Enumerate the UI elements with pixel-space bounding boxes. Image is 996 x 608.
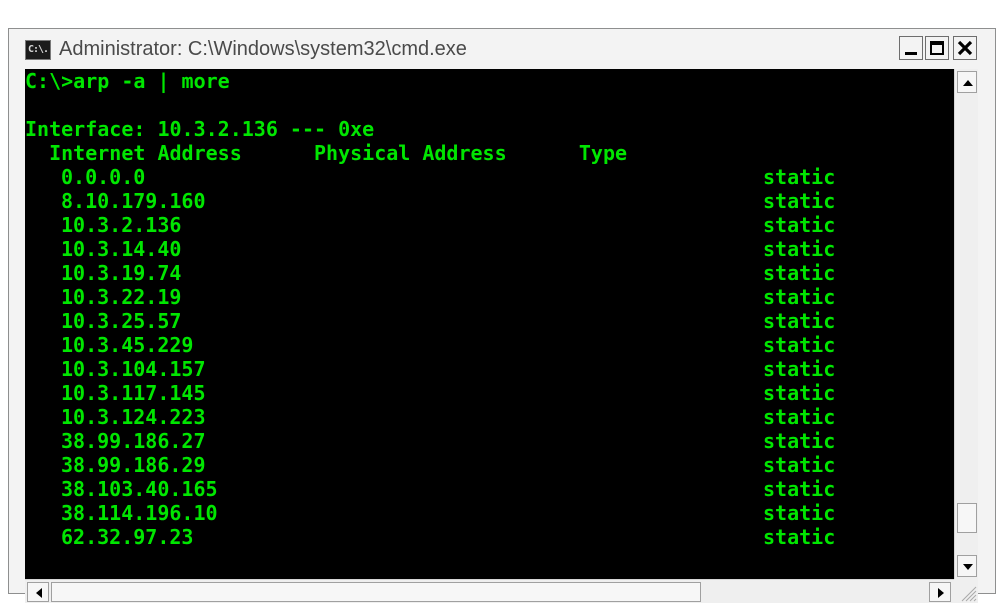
- arp-entry-row: 62.32.97.23 static: [25, 525, 954, 549]
- arp-entry-row: 10.3.2.136 static: [25, 213, 954, 237]
- arp-entry-row: 38.103.40.165 static: [25, 477, 954, 501]
- arp-entry-row: 10.3.124.223 static: [25, 405, 954, 429]
- internet-address: 10.3.104.157: [61, 357, 206, 381]
- entry-type: static: [763, 261, 836, 285]
- internet-address: 38.99.186.29: [61, 453, 206, 477]
- internet-address: 10.3.2.136: [61, 213, 182, 237]
- vertical-scrollbar[interactable]: [954, 69, 978, 579]
- arrow-up-icon: [963, 80, 973, 86]
- arp-entry-row: 8.10.179.160 static: [25, 189, 954, 213]
- entry-type: static: [763, 237, 836, 261]
- internet-address: 10.3.14.40: [61, 237, 182, 261]
- entry-type: static: [763, 189, 836, 213]
- interface-line: Interface: 10.3.2.136 --- 0xe: [25, 117, 375, 141]
- scroll-left-button[interactable]: [27, 582, 49, 602]
- vertical-scroll-thumb[interactable]: [957, 503, 977, 533]
- entry-type: static: [763, 429, 836, 453]
- arp-entry-row: 10.3.14.40 static: [25, 237, 954, 261]
- internet-address: 10.3.25.57: [61, 309, 182, 333]
- arp-entry-row: 10.3.45.229 static: [25, 333, 954, 357]
- entry-type: static: [763, 381, 836, 405]
- arrow-left-icon: [36, 588, 42, 598]
- internet-address: 10.3.19.74: [61, 261, 182, 285]
- entry-type: static: [763, 165, 836, 189]
- arp-entry-row: 38.114.196.10 static: [25, 501, 954, 525]
- resize-grip[interactable]: [954, 579, 978, 603]
- arrow-down-icon: [963, 564, 973, 570]
- internet-address: 38.114.196.10: [61, 501, 218, 525]
- title-bar[interactable]: C:\. Administrator: C:\Windows\system32\…: [9, 29, 995, 69]
- cmd-window: C:\. Administrator: C:\Windows\system32\…: [8, 28, 996, 603]
- maximize-icon: [930, 41, 944, 55]
- maximize-button[interactable]: [925, 36, 949, 60]
- entry-type: static: [763, 501, 836, 525]
- internet-address: 10.3.22.19: [61, 285, 182, 309]
- entry-type: static: [763, 477, 836, 501]
- command-line: C:\>arp -a | more: [25, 69, 230, 93]
- scroll-down-button[interactable]: [957, 555, 977, 577]
- internet-address: 10.3.45.229: [61, 333, 194, 357]
- scroll-right-button[interactable]: [929, 582, 951, 602]
- internet-address: 10.3.124.223: [61, 405, 206, 429]
- cmd-console-icon[interactable]: C:\.: [25, 40, 51, 60]
- arp-entry-row: 10.3.19.74 static: [25, 261, 954, 285]
- minimize-button[interactable]: [899, 36, 923, 60]
- console-output[interactable]: C:\>arp -a | more Interface: 10.3.2.136 …: [25, 69, 954, 579]
- entry-type: static: [763, 213, 836, 237]
- arrow-right-icon: [938, 588, 944, 598]
- arp-entry-row: 10.3.104.157 static: [25, 357, 954, 381]
- entry-type: static: [763, 525, 836, 549]
- internet-address: 8.10.179.160: [61, 189, 206, 213]
- resize-grip-icon: [961, 586, 977, 602]
- entry-type: static: [763, 453, 836, 477]
- entry-type: static: [763, 405, 836, 429]
- scroll-up-button[interactable]: [957, 71, 977, 93]
- arp-entry-row: 10.3.117.145 static: [25, 381, 954, 405]
- entry-type: static: [763, 357, 836, 381]
- arp-entry-row: 38.99.186.29 static: [25, 453, 954, 477]
- horizontal-scrollbar[interactable]: [25, 579, 954, 603]
- internet-address: 62.32.97.23: [61, 525, 194, 549]
- close-button[interactable]: [953, 36, 977, 60]
- entry-type: static: [763, 309, 836, 333]
- entry-type: static: [763, 285, 836, 309]
- table-header: Internet Address Physical Address Type: [25, 141, 628, 165]
- window-title: Administrator: C:\Windows\system32\cmd.e…: [59, 38, 467, 60]
- internet-address: 10.3.117.145: [61, 381, 206, 405]
- minimize-icon: [905, 52, 917, 55]
- internet-address: 0.0.0.0: [61, 165, 146, 189]
- internet-address: 38.103.40.165: [61, 477, 218, 501]
- internet-address: 38.99.186.27: [61, 429, 206, 453]
- arp-entry-row: 38.99.186.27 static: [25, 429, 954, 453]
- arp-entry-row: 10.3.22.19 static: [25, 285, 954, 309]
- arp-entry-row: 0.0.0.0 static: [25, 165, 954, 189]
- entry-type: static: [763, 333, 836, 357]
- horizontal-scroll-thumb[interactable]: [51, 582, 701, 602]
- close-icon: [957, 40, 973, 56]
- arp-entry-row: 10.3.25.57 static: [25, 309, 954, 333]
